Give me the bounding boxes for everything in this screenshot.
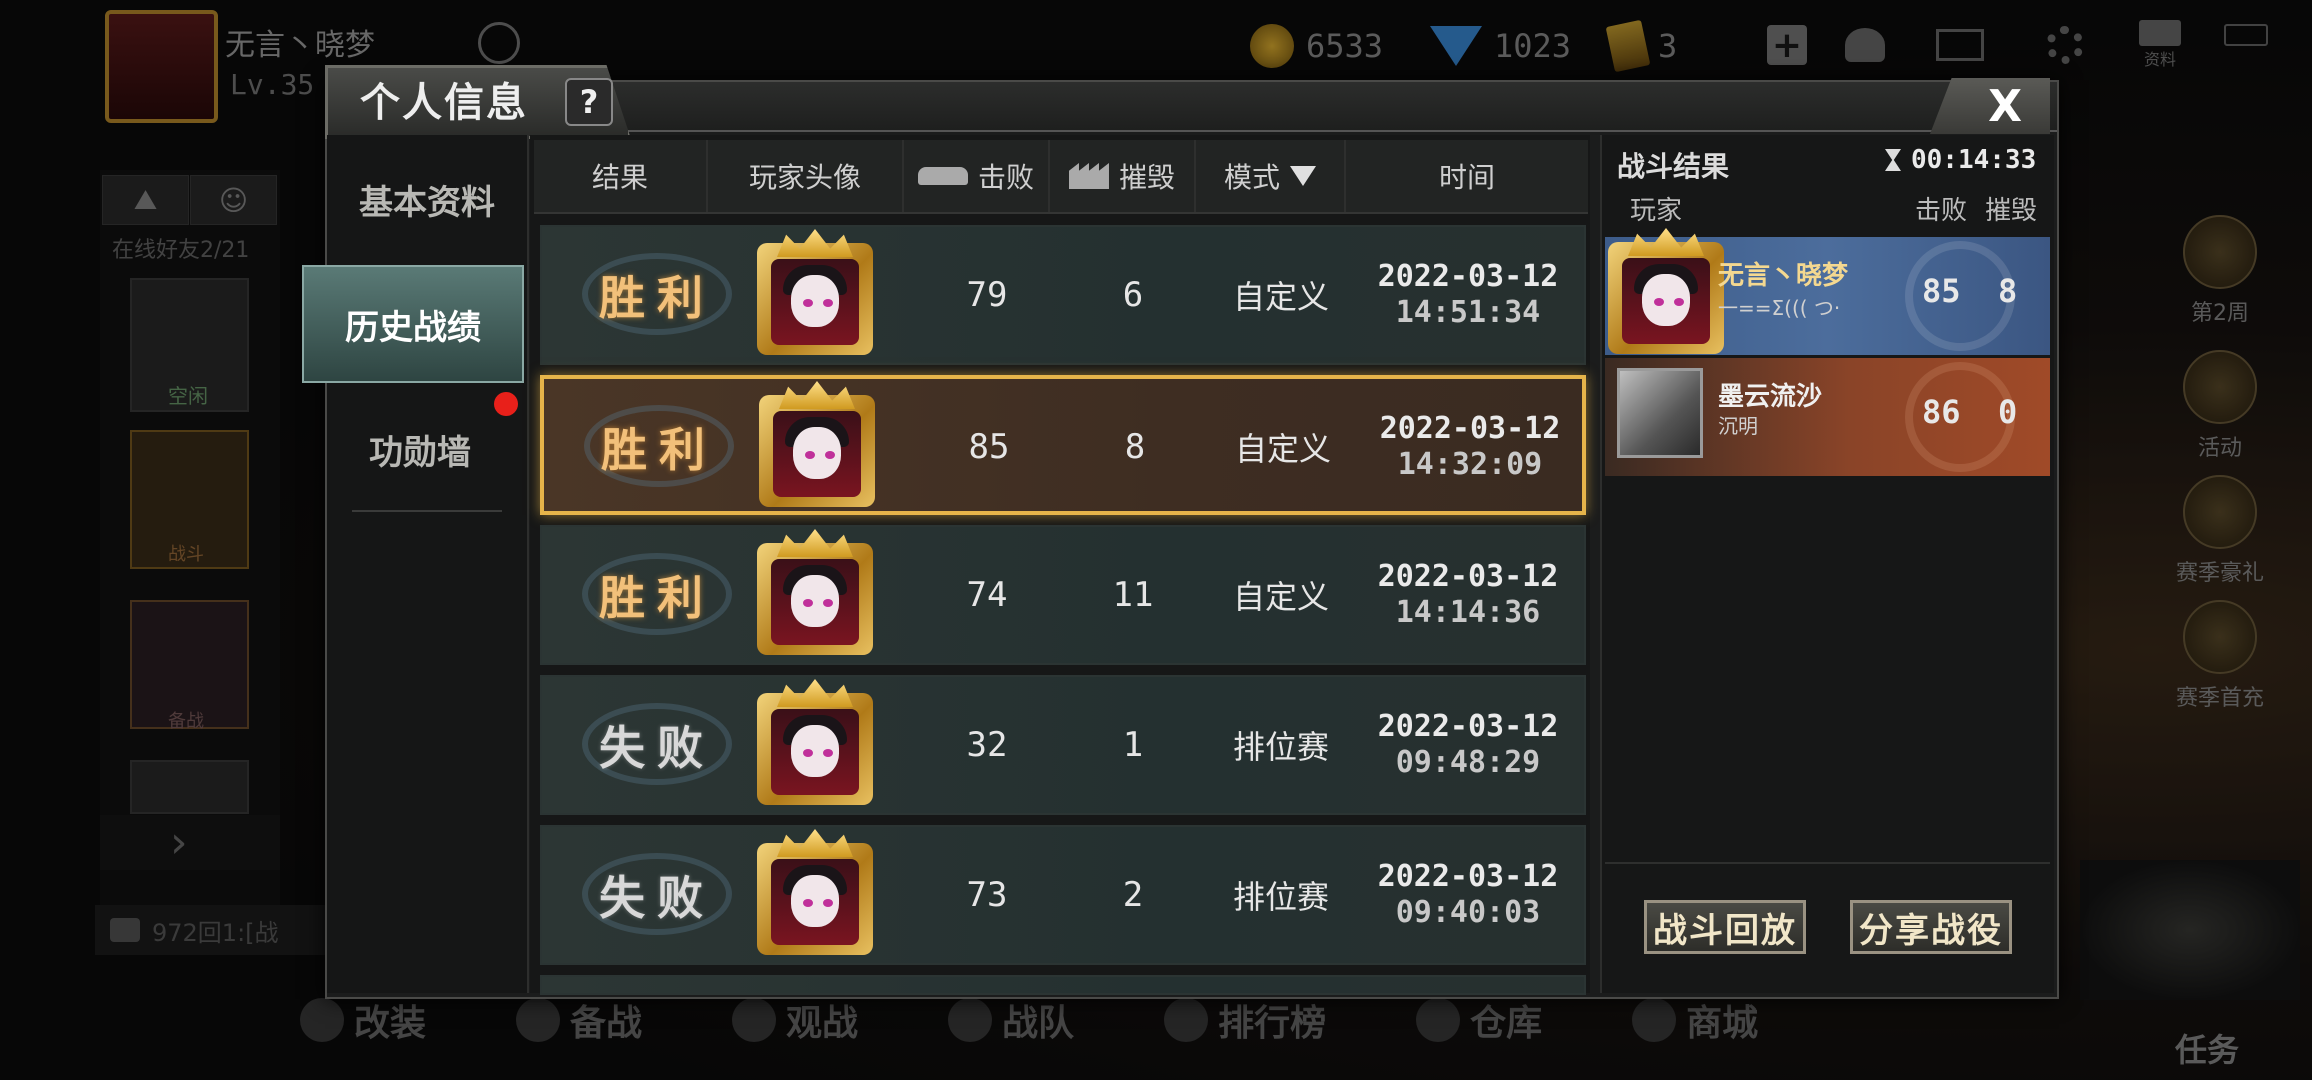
kills-value: 73 <box>966 875 1008 915</box>
panel-divider <box>1605 862 2050 864</box>
mode-value: 排位赛 <box>1232 878 1329 916</box>
player-destroys: 0 <box>1998 393 2018 431</box>
player-destroys: 8 <box>1998 272 2018 310</box>
notification-badge <box>494 392 518 416</box>
result-label: 胜利 <box>599 571 715 625</box>
kills-value: 85 <box>968 427 1010 467</box>
battle-duration: 00:14:33 <box>1885 145 2036 175</box>
mode-value: 自定义 <box>1232 578 1329 616</box>
date-text: 2022-03-12 <box>1377 259 1559 294</box>
table-row[interactable]: 胜利 79 6 自定义 2022-03-12 14:51:34 <box>540 225 1586 365</box>
player-avatar <box>1598 226 1734 356</box>
kills-value: 32 <box>966 725 1008 765</box>
col-kills: 击败 <box>1915 196 1968 226</box>
player-signature: 一==Σ((( つ· <box>1718 296 1841 320</box>
destroys-value: 8 <box>1124 427 1146 467</box>
kills-value: 74 <box>966 575 1008 615</box>
kills-value: 79 <box>966 275 1008 315</box>
table-row[interactable]: 胜利 74 11 自定义 2022-03-12 14:14:36 <box>540 525 1586 665</box>
dialog-side-nav <box>327 135 529 993</box>
date-text: 2022-03-12 <box>1377 709 1559 744</box>
date-text: 2022-03-12 <box>1377 859 1559 894</box>
player-avatar <box>747 827 883 957</box>
result-label: 胜利 <box>599 271 715 325</box>
table-row-partial[interactable] <box>540 975 1586 995</box>
col-player: 玩家 <box>1630 196 1683 226</box>
tank-icon <box>917 167 968 185</box>
clock-text: 09:40:03 <box>1395 895 1541 930</box>
table-row[interactable]: 失败 73 2 排位赛 2022-03-12 09:40:03 <box>540 825 1586 965</box>
date-text: 2022-03-12 <box>1377 559 1559 594</box>
table-header: 结果 玩家头像 击败 摧毁 模式 时间 <box>534 140 1588 214</box>
battle-result-title: 战斗结果 <box>1617 150 1730 183</box>
col-result: 结果 <box>534 140 708 212</box>
share-battle-button[interactable]: 分享战役 <box>1850 900 2012 954</box>
help-button[interactable]: ? <box>565 78 613 126</box>
tab-basic-info[interactable]: 基本资料 <box>327 140 527 258</box>
player-name: 墨云流沙 <box>1718 382 1823 412</box>
nav-divider <box>352 510 502 512</box>
building-icon <box>1068 163 1109 189</box>
date-text: 2022-03-12 <box>1379 411 1561 446</box>
player-name: 无言丶晓梦 <box>1718 261 1849 291</box>
player-avatar <box>747 677 883 807</box>
col-mode-filter[interactable]: 模式 <box>1196 140 1346 212</box>
tab-battle-history[interactable]: 历史战绩 <box>302 265 524 383</box>
player-avatar <box>749 379 885 509</box>
player-kills: 85 <box>1922 272 1961 310</box>
player-avatar <box>747 227 883 357</box>
time-value: 2022-03-12 09:40:03 <box>1348 827 1588 963</box>
result-label: 失败 <box>599 721 715 775</box>
player-kills: 86 <box>1922 393 1961 431</box>
tab-merit-wall[interactable]: 功勋墙 <box>320 390 520 508</box>
clock-text: 09:48:29 <box>1395 745 1541 780</box>
result-label: 胜利 <box>601 423 717 477</box>
mode-value: 自定义 <box>1234 430 1331 468</box>
destroys-value: 1 <box>1122 725 1144 765</box>
time-value: 2022-03-12 14:14:36 <box>1348 527 1588 663</box>
time-value: 2022-03-12 14:51:34 <box>1348 227 1588 363</box>
mode-value: 排位赛 <box>1232 728 1329 766</box>
time-value: 2022-03-12 09:48:29 <box>1348 677 1588 813</box>
col-kills: 击败 <box>904 140 1050 212</box>
battle-replay-button[interactable]: 战斗回放 <box>1644 900 1806 954</box>
clock-text: 14:32:09 <box>1397 447 1543 482</box>
col-time: 时间 <box>1438 161 1495 194</box>
dropdown-triangle-icon <box>1290 166 1316 186</box>
table-row[interactable]: 胜利 85 8 自定义 2022-03-12 14:32:09 <box>540 375 1586 515</box>
destroys-value: 11 <box>1112 575 1154 615</box>
col-avatar: 玩家头像 <box>708 140 904 212</box>
destroys-value: 2 <box>1122 875 1144 915</box>
clock-text: 14:14:36 <box>1395 595 1541 630</box>
mode-value: 自定义 <box>1232 278 1329 316</box>
col-destroys: 摧毁 <box>1050 140 1196 212</box>
result-label: 失败 <box>599 871 715 925</box>
clock-text: 14:51:34 <box>1395 295 1541 330</box>
time-value: 2022-03-12 14:32:09 <box>1350 379 1590 515</box>
table-row[interactable]: 失败 32 1 排位赛 2022-03-12 09:48:29 <box>540 675 1586 815</box>
dialog-title: 个人信息 <box>360 80 528 126</box>
destroys-value: 6 <box>1122 275 1144 315</box>
player-avatar <box>747 527 883 657</box>
player-signature: 沉明 <box>1718 414 1758 438</box>
opponent-avatar <box>1617 368 1703 458</box>
hourglass-icon <box>1885 149 1901 171</box>
col-destroys: 摧毁 <box>1985 196 2038 226</box>
